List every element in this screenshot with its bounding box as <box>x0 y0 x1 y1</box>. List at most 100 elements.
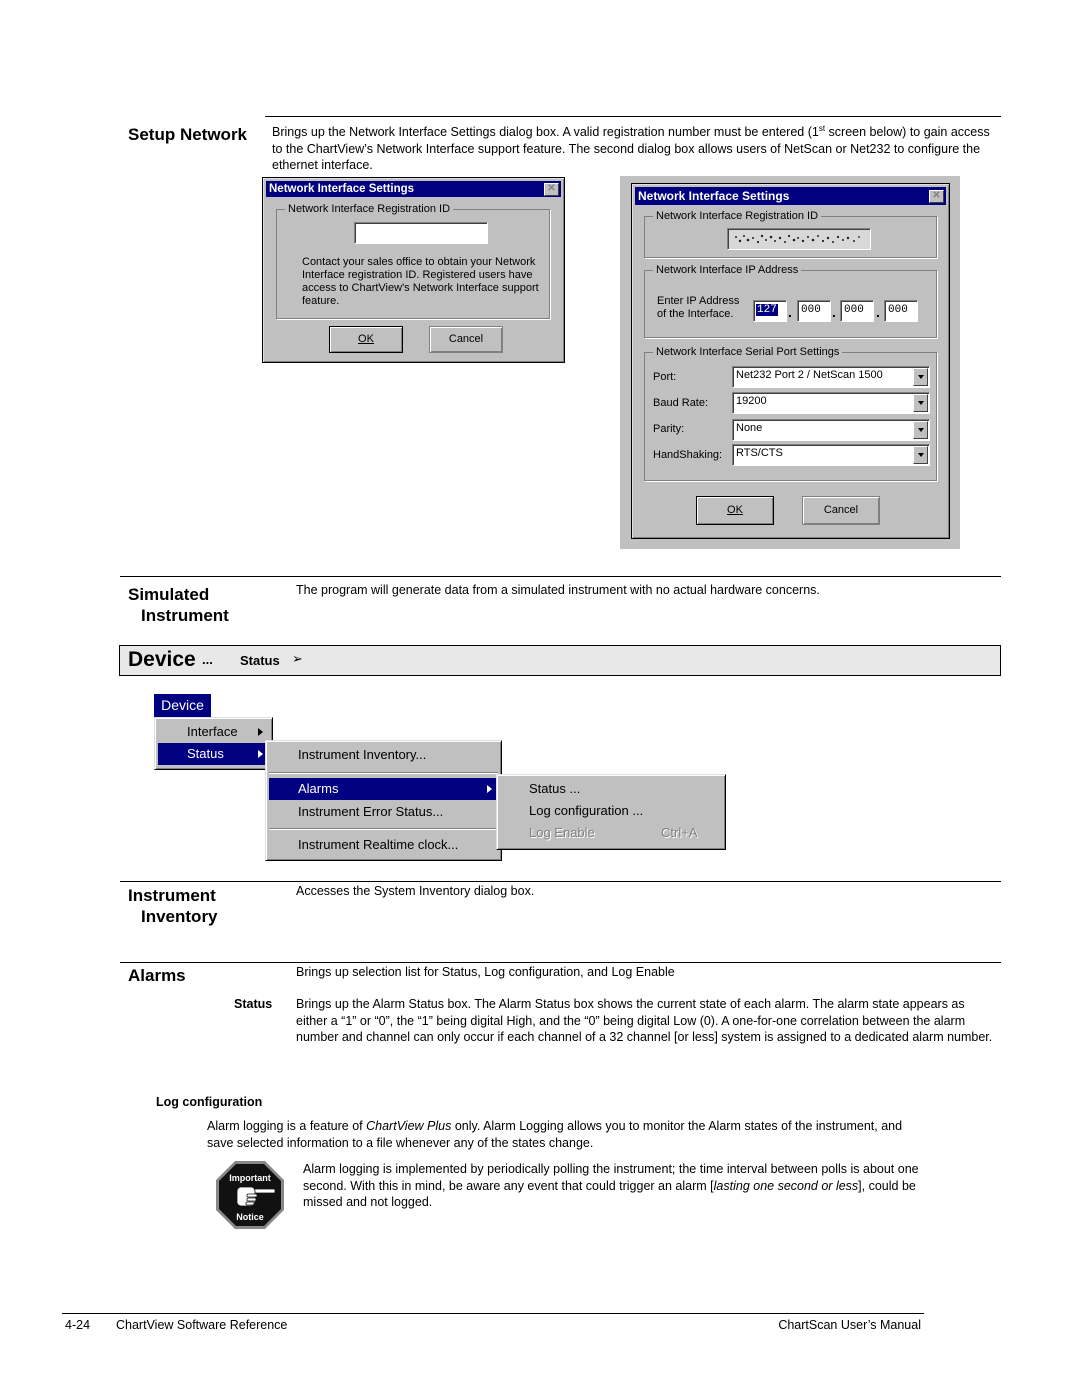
status-subheading: Status <box>240 653 280 668</box>
chevron-right-icon: ➢ <box>292 651 303 666</box>
network-interface-settings-dialog-2: Network Interface Settings ✕ Network Int… <box>631 183 950 539</box>
group-label: Network Interface Registration ID <box>653 209 822 223</box>
menu-item-label: Instrument Realtime clock... <box>298 837 459 852</box>
submenu-arrow-icon <box>487 785 492 793</box>
group-label: Network Interface Serial Port Settings <box>653 345 843 359</box>
handshaking-value: RTS/CTS <box>736 447 783 459</box>
footer-rule <box>62 1313 924 1314</box>
section-title-setup-network: Setup Network <box>128 125 248 144</box>
port-select[interactable]: Net232 Port 2 / NetScan 1500 <box>732 366 930 388</box>
menu-item-label: Instrument Inventory... <box>298 747 427 762</box>
section-rule <box>120 881 1001 882</box>
baud-rate-label: Baud Rate: <box>653 397 709 409</box>
ip-octet-3-value: 000 <box>844 304 864 316</box>
ip-octet-3-input[interactable]: 000 <box>840 300 874 322</box>
section-title-simulated-instrument: Simulated Instrument <box>128 584 229 626</box>
section-title-instrument-inventory: Instrument Inventory <box>128 885 218 927</box>
port-label: Port: <box>653 371 677 383</box>
ip-address-label: Enter IP Address of the Interface. <box>657 295 739 321</box>
dialog-title-bar: Network Interface Settings ✕ <box>635 187 946 205</box>
title-line2: Instrument <box>141 606 229 625</box>
network-interface-settings-dialog-1: Network Interface Settings ✕ Network Int… <box>262 177 565 363</box>
dropdown-arrow-icon[interactable] <box>913 394 928 412</box>
menu-item-interface[interactable]: Interface <box>158 721 269 743</box>
close-icon[interactable]: ✕ <box>929 190 944 203</box>
handshaking-label: HandShaking: <box>653 449 723 461</box>
dropdown-arrow-icon[interactable] <box>913 446 928 464</box>
menu-item-status[interactable]: Status <box>158 743 269 765</box>
log-configuration-label: Log configuration <box>156 1095 263 1109</box>
menu-separator <box>269 772 498 774</box>
menu-item-label: Log Enable <box>529 825 595 840</box>
menu-item-log-configuration[interactable]: Log configuration ... <box>500 800 722 822</box>
section-rule <box>265 116 1001 117</box>
menu-item-label: Interface <box>187 724 238 739</box>
menu-item-instrument-error-status[interactable]: Instrument Error Status... <box>269 801 498 823</box>
device-heading: Device <box>128 648 196 671</box>
menu-item-label: Log configuration ... <box>529 803 644 818</box>
notice-top-text: Important <box>229 1173 271 1183</box>
menu-item-alarms[interactable]: Alarms <box>269 778 498 800</box>
ip-octet-1-value: 127 <box>756 304 778 316</box>
baud-rate-select[interactable]: 19200 <box>732 392 930 414</box>
handshaking-select[interactable]: RTS/CTS <box>732 444 930 466</box>
ip-dot: . <box>832 304 836 320</box>
section-title-alarms: Alarms <box>128 966 186 985</box>
cancel-button[interactable]: Cancel <box>802 496 880 525</box>
dialog-title: Network Interface Settings <box>269 183 415 195</box>
device-submenu: Interface Status <box>154 717 273 770</box>
parity-select[interactable]: None <box>732 419 930 441</box>
setup-network-description: Brings up the Network Interface Settings… <box>272 124 990 173</box>
ip-octet-4-value: 000 <box>888 304 908 316</box>
important-notice-icon: Important Notice <box>215 1160 285 1230</box>
ip-octet-4-input[interactable]: 000 <box>884 300 918 322</box>
alarms-description: Brings up selection list for Status, Log… <box>296 965 675 979</box>
close-icon[interactable]: ✕ <box>544 183 559 196</box>
menu-item-label: Status ... <box>529 781 581 796</box>
ip-dot: . <box>876 304 880 320</box>
dropdown-arrow-icon[interactable] <box>913 368 928 386</box>
ip-octet-1-input[interactable]: 127 <box>753 300 787 322</box>
menu-item-instrument-inventory[interactable]: Instrument Inventory... <box>269 744 498 766</box>
device-menu-title[interactable]: Device <box>154 694 211 717</box>
menu-item-label: Alarms <box>298 781 339 796</box>
ok-button[interactable]: OK <box>696 496 774 525</box>
section-rule <box>120 962 1001 963</box>
parity-label: Parity: <box>653 423 685 435</box>
dialog-title-bar: Network Interface Settings ✕ <box>266 181 561 197</box>
ip-octet-2-value: 000 <box>801 304 821 316</box>
submenu-arrow-icon <box>258 750 263 758</box>
title-line2: Inventory <box>141 907 218 926</box>
notice-bottom-text: Notice <box>236 1212 264 1222</box>
section-rule <box>120 576 1001 577</box>
device-ellipsis: ... <box>202 652 213 667</box>
menu-item-instrument-realtime-clock[interactable]: Instrument Realtime clock... <box>269 834 498 856</box>
menu-item-label: Instrument Error Status... <box>298 804 444 819</box>
alarms-status-label: Status <box>234 997 273 1011</box>
ok-button[interactable]: OK <box>329 326 403 353</box>
device-menu-label: Device <box>161 697 204 713</box>
port-value: Net232 Port 2 / NetScan 1500 <box>736 369 883 381</box>
menu-item-alarm-status[interactable]: Status ... <box>500 778 722 800</box>
submenu-arrow-icon <box>258 728 263 736</box>
ip-label-line2: of the Interface. <box>657 308 734 320</box>
cancel-label: Cancel <box>448 333 484 345</box>
alarms-status-description: Brings up the Alarm Status box. The Alar… <box>296 997 993 1044</box>
baud-rate-value: 19200 <box>736 395 767 407</box>
dropdown-arrow-icon[interactable] <box>913 421 928 439</box>
parity-value: None <box>736 422 763 434</box>
footer-right-title: ChartScan User’s Manual <box>778 1318 921 1332</box>
alarms-submenu: Status ... Log configuration ... Log Ena… <box>496 774 726 850</box>
ip-octet-2-input[interactable]: 000 <box>797 300 831 322</box>
footer-page-number: 4-24 <box>65 1318 91 1332</box>
ok-label: OK <box>358 333 374 345</box>
registration-id-input[interactable] <box>354 222 488 244</box>
cancel-button[interactable]: Cancel <box>429 326 503 353</box>
menu-item-log-enable: Log Enable Ctrl+A <box>500 822 722 844</box>
menu-shortcut: Ctrl+A <box>661 825 698 840</box>
simulated-instrument-description: The program will generate data from a si… <box>296 583 820 597</box>
group-label: Network Interface IP Address <box>653 263 802 277</box>
status-submenu: Instrument Inventory... Alarms Instrumen… <box>265 740 502 861</box>
registration-id-scrambled-field[interactable] <box>727 228 871 250</box>
ok-label: OK <box>727 504 743 516</box>
